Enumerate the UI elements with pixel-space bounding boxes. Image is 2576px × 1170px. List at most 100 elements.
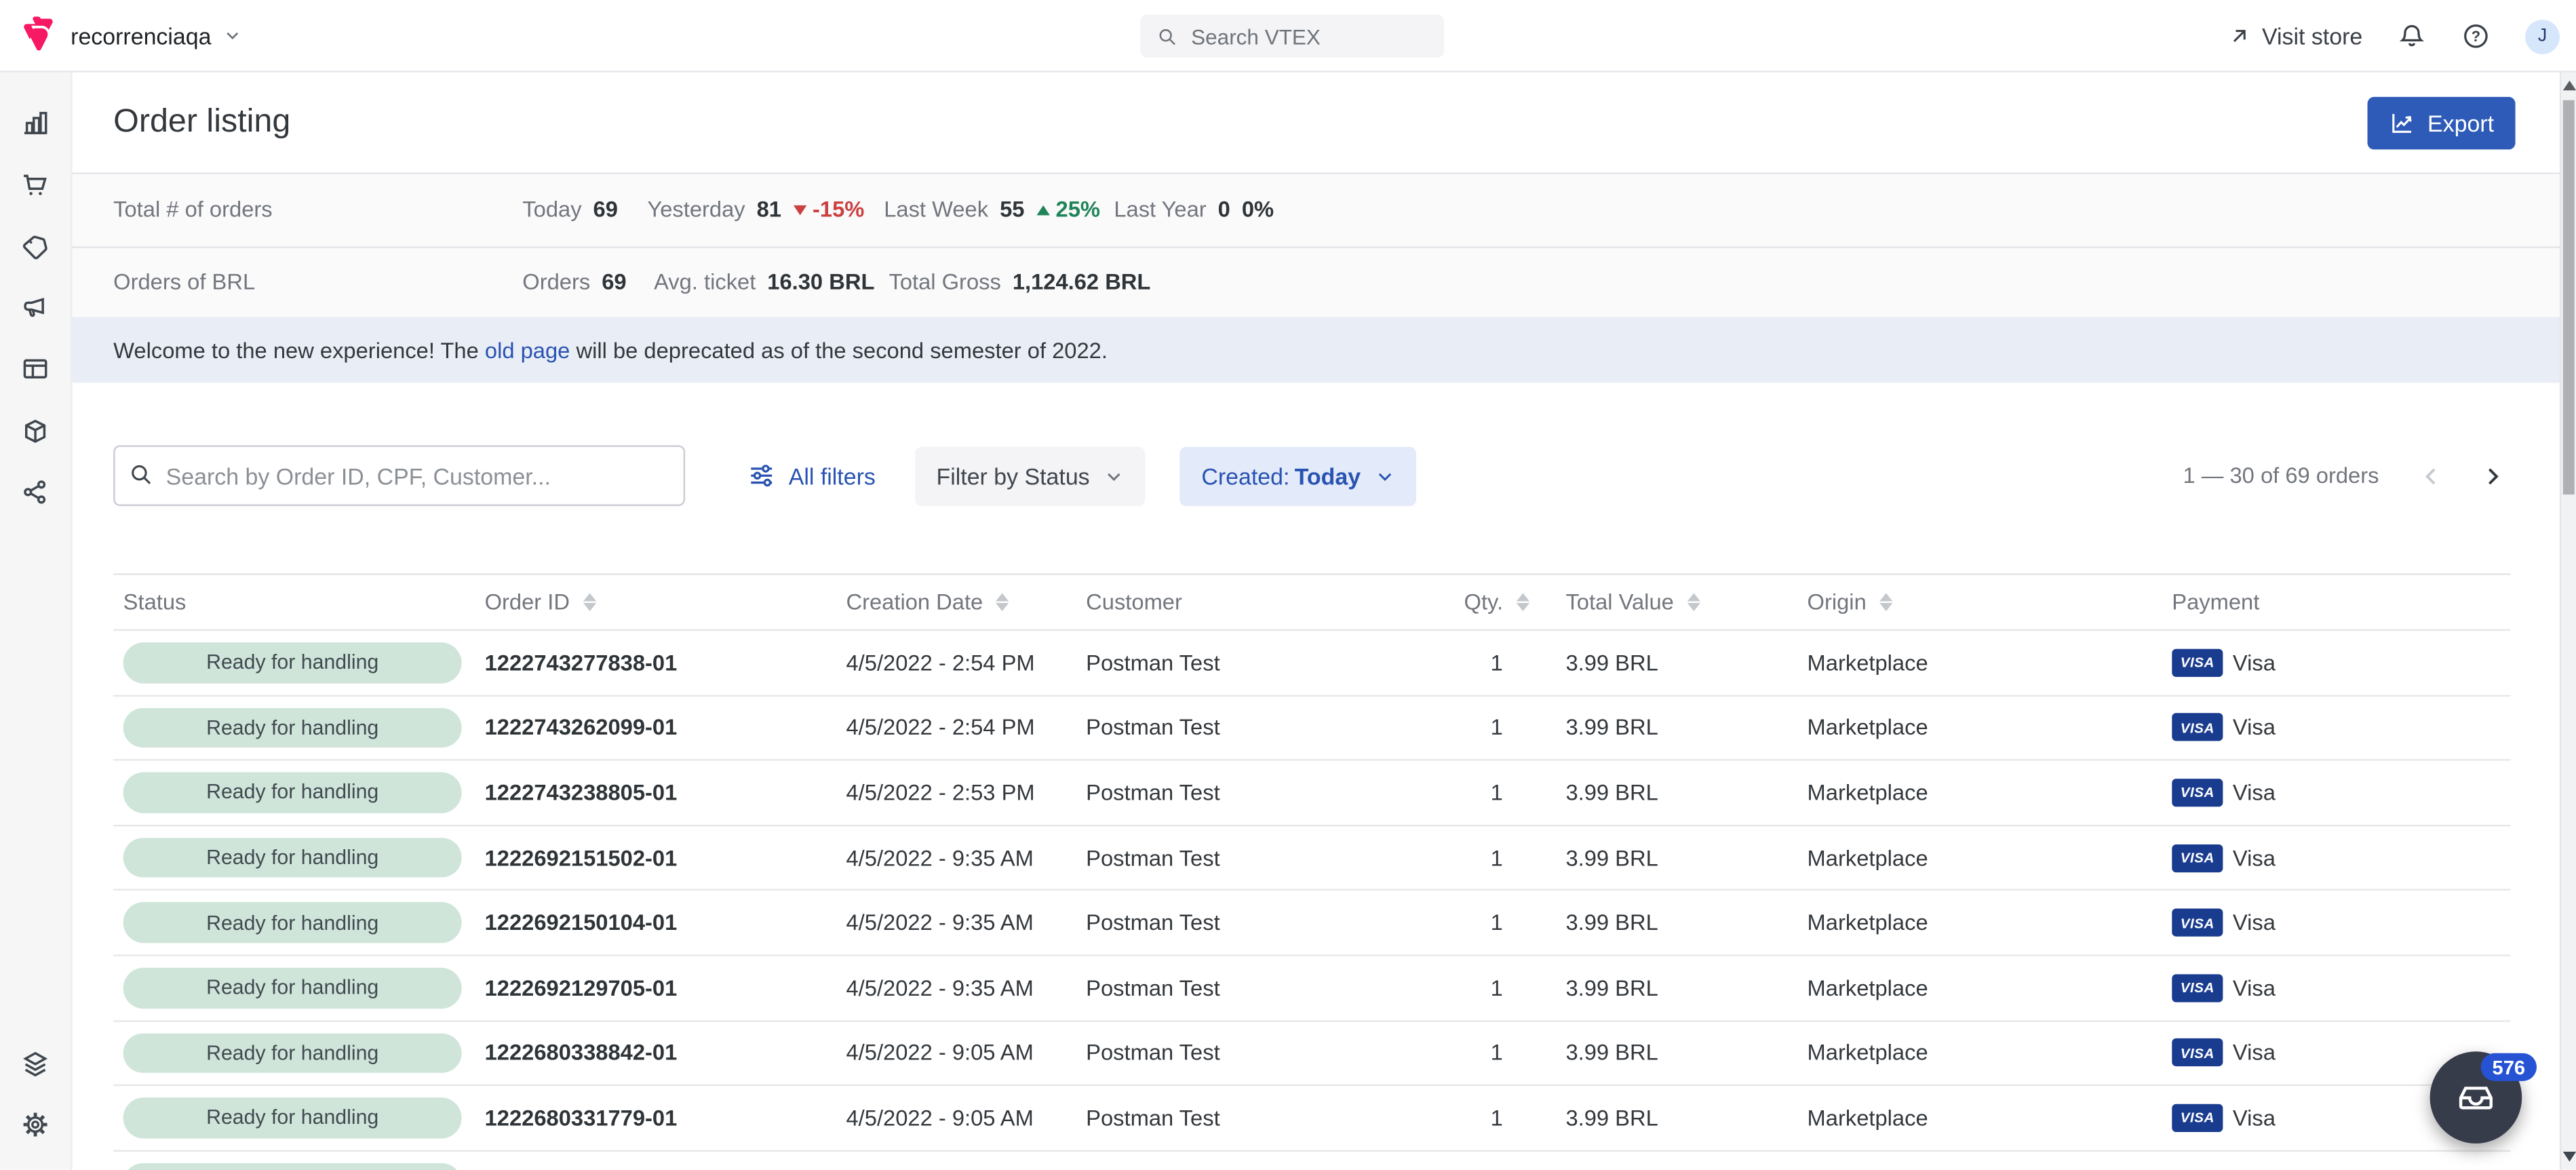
table-row[interactable]: Ready for handling 1222743262099-01 4/5/…: [113, 696, 2510, 761]
customer-name: Postman Test: [1086, 1106, 1220, 1130]
visit-store-button[interactable]: Visit store: [2227, 23, 2362, 50]
vtex-logo-icon[interactable]: [15, 16, 54, 54]
cart-icon[interactable]: [20, 168, 51, 199]
banner-text-after: will be deprecated as of the second seme…: [570, 338, 1108, 362]
status-badge: Ready for handling: [123, 707, 462, 747]
quantity: 1: [1491, 1040, 1503, 1065]
visa-card-icon: VISA: [2172, 714, 2223, 741]
arrow-up-right-icon: [2227, 24, 2250, 47]
visa-card-icon: VISA: [2172, 648, 2223, 676]
status-badge: Ready for handling: [123, 968, 462, 1008]
stats-row-label: Orders of BRL: [113, 248, 255, 317]
quantity: 1: [1491, 716, 1503, 740]
megaphone-icon[interactable]: [20, 292, 51, 323]
table-row[interactable]: Ready for handling 1222692150104-01 4/5/…: [113, 891, 2510, 956]
trend-down-icon: [793, 205, 806, 215]
quantity: 1: [1491, 650, 1503, 675]
total-value: 3.99 BRL: [1565, 845, 1658, 870]
metric-today: Today 69: [522, 174, 618, 246]
table-row[interactable]: Ready for handling 1222692151502-01 4/5/…: [113, 826, 2510, 891]
stats-row-label: Total # of orders: [113, 174, 273, 246]
chevron-down-icon: [1375, 466, 1395, 486]
order-id: 1222692150104-01: [485, 910, 678, 935]
sort-icon: [996, 593, 1009, 612]
origin: Marketplace: [1808, 781, 1928, 805]
notifications-bell-icon[interactable]: [2397, 21, 2427, 51]
visa-card-icon: VISA: [2172, 1104, 2223, 1132]
origin: Marketplace: [1808, 1106, 1928, 1130]
visa-card-icon: VISA: [2172, 779, 2223, 806]
order-id: 1222743277838-01: [485, 650, 678, 675]
total-value: 3.99 BRL: [1565, 910, 1658, 935]
cube-icon[interactable]: [20, 415, 51, 446]
creation-date: 4/5/2022 - 9:35 AM: [846, 975, 1033, 1000]
creation-date: 4/5/2022 - 9:35 AM: [846, 910, 1033, 935]
table-row[interactable]: Ready for handling 1222743277838-01 4/5/…: [113, 631, 2510, 696]
orders-count-stats-row: Total # of orders Today 69 Yesterday 81 …: [73, 174, 2576, 246]
customer-name: Postman Test: [1086, 845, 1220, 870]
export-button[interactable]: Export: [2366, 96, 2515, 149]
layout-table-icon[interactable]: [20, 353, 51, 385]
global-search[interactable]: Search VTEX: [1140, 15, 1444, 58]
all-filters-button[interactable]: All filters: [747, 462, 876, 490]
sort-icon: [1687, 593, 1700, 612]
bar-chart-icon[interactable]: [20, 106, 51, 138]
total-value: 3.99 BRL: [1565, 781, 1658, 805]
share-network-icon[interactable]: [20, 476, 51, 507]
table-row-partial[interactable]: Ready for handling: [113, 1151, 2510, 1170]
global-search-placeholder: Search VTEX: [1191, 24, 1321, 48]
column-header-qty[interactable]: Qty.: [1438, 590, 1556, 615]
tag-icon[interactable]: [20, 230, 51, 261]
table-row[interactable]: Ready for handling 1222743238805-01 4/5/…: [113, 761, 2510, 826]
origin: Marketplace: [1808, 975, 1928, 1000]
quantity: 1: [1491, 781, 1503, 805]
banner-text-before: Welcome to the new experience! The: [113, 338, 485, 362]
status-badge: Ready for handling: [123, 642, 462, 682]
origin: Marketplace: [1808, 716, 1928, 740]
vertical-scrollbar[interactable]: [2560, 73, 2576, 1170]
table-row[interactable]: Ready for handling 1222680331779-01 4/5/…: [113, 1087, 2510, 1152]
help-icon[interactable]: ?: [2461, 21, 2491, 51]
creation-date: 4/5/2022 - 2:54 PM: [846, 716, 1034, 740]
trend-up-icon: [1036, 205, 1049, 215]
column-header-creation-date[interactable]: Creation Date: [836, 590, 1076, 615]
customer-name: Postman Test: [1086, 975, 1220, 1000]
status-filter-dropdown[interactable]: Filter by Status: [915, 446, 1146, 505]
table-row[interactable]: Ready for handling 1222680338842-01 4/5/…: [113, 1021, 2510, 1087]
quantity: 1: [1491, 975, 1503, 1000]
gear-icon[interactable]: [20, 1109, 51, 1140]
layers-stack-icon[interactable]: [20, 1047, 51, 1078]
main-content: Order listing Export Total # of orders T…: [73, 73, 2576, 1170]
origin: Marketplace: [1808, 910, 1928, 935]
column-header-customer: Customer: [1076, 590, 1438, 615]
account-switcher[interactable]: recorrenciaqa: [71, 22, 241, 49]
payment-method: Visa: [2233, 781, 2276, 805]
metric-avg-ticket: Avg. ticket 16.30 BRL: [654, 248, 874, 317]
total-value: 3.99 BRL: [1565, 716, 1658, 740]
scroll-up-arrow-icon[interactable]: [2563, 81, 2576, 91]
column-header-origin[interactable]: Origin: [1797, 590, 2162, 615]
column-header-order-id[interactable]: Order ID: [475, 590, 836, 615]
sidebar-nav: [0, 73, 73, 1170]
created-filter-dropdown[interactable]: Created:Today: [1180, 446, 1417, 505]
quantity: 1: [1491, 1106, 1503, 1130]
visa-card-icon: VISA: [2172, 974, 2223, 1002]
status-badge: Ready for handling: [123, 838, 462, 878]
previous-page-button[interactable]: [2413, 458, 2449, 494]
user-avatar[interactable]: J: [2525, 19, 2560, 54]
quantity: 1: [1491, 910, 1503, 935]
scroll-down-arrow-icon[interactable]: [2563, 1152, 2576, 1162]
scrollbar-thumb[interactable]: [2563, 100, 2575, 494]
sort-icon: [583, 593, 596, 612]
inbox-fab-button[interactable]: 576: [2430, 1051, 2522, 1144]
next-page-button[interactable]: [2474, 458, 2510, 494]
order-search-input[interactable]: [113, 445, 685, 506]
order-id: 1222692151502-01: [485, 845, 678, 870]
table-row[interactable]: Ready for handling 1222692129705-01 4/5/…: [113, 956, 2510, 1021]
brl-stats-row: Orders of BRL Orders 69 Avg. ticket 16.3…: [73, 246, 2576, 317]
old-page-link[interactable]: old page: [485, 338, 570, 362]
creation-date: 4/5/2022 - 2:53 PM: [846, 781, 1034, 805]
column-header-total-value[interactable]: Total Value: [1556, 590, 1797, 615]
visa-card-icon: VISA: [2172, 1039, 2223, 1067]
metric-orders: Orders 69: [522, 248, 626, 317]
